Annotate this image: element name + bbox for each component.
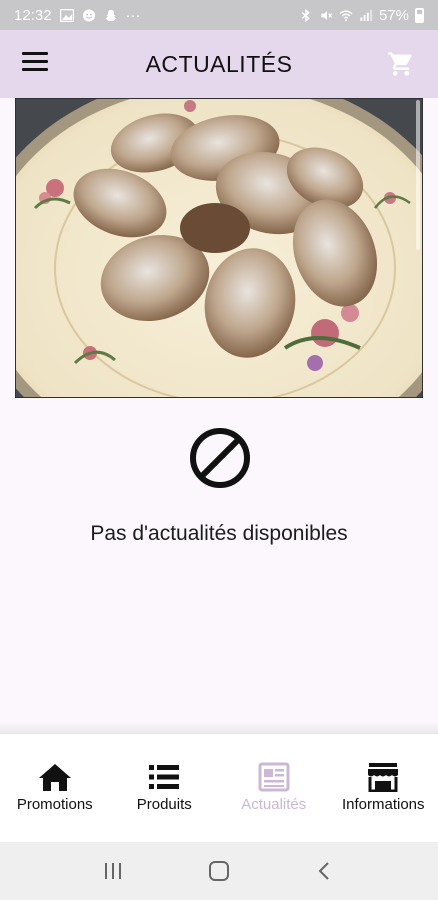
- nav-label-promotions: Promotions: [16, 796, 93, 813]
- bottom-navigation: Promotions Produits Actualités Informati…: [0, 734, 438, 842]
- no-entry-icon: [190, 428, 250, 488]
- page-title: ACTUALITÉS: [145, 50, 293, 77]
- battery-percent: 57%: [378, 6, 409, 24]
- bluetooth-icon: [301, 8, 310, 22]
- snapchat-notification-icon: [104, 9, 117, 21]
- nav-label-actualites: Actualités: [241, 796, 307, 813]
- wifi-icon: [339, 9, 353, 21]
- gallery-notification-icon: [59, 8, 74, 22]
- app-bar: ACTUALITÉS: [0, 30, 438, 98]
- back-icon[interactable]: [313, 860, 337, 882]
- shopping-cart-icon[interactable]: [386, 50, 416, 78]
- signal-icon: [360, 9, 373, 21]
- list-icon: [149, 765, 180, 789]
- status-more-dots: ···: [125, 6, 141, 24]
- home-button-icon[interactable]: [207, 860, 231, 882]
- status-time: 12:32: [14, 6, 52, 24]
- nav-label-produits: Produits: [136, 796, 192, 813]
- newspaper-icon: [258, 762, 290, 792]
- mute-icon: [321, 10, 333, 20]
- recent-apps-icon[interactable]: [101, 860, 125, 882]
- nav-item-actualites[interactable]: Actualités: [219, 734, 329, 842]
- store-icon: [368, 763, 399, 792]
- smiley-notification-icon: [82, 8, 95, 22]
- home-icon: [38, 764, 71, 791]
- hero-image: [15, 98, 423, 398]
- system-navigation-bar: [0, 842, 438, 900]
- hamburger-menu-icon[interactable]: [22, 52, 48, 74]
- image-scrollbar[interactable]: [416, 100, 420, 250]
- pastry-photo: [15, 98, 423, 398]
- nav-item-informations[interactable]: Informations: [329, 734, 438, 842]
- nav-item-promotions[interactable]: Promotions: [0, 734, 110, 842]
- nav-item-produits[interactable]: Produits: [110, 734, 220, 842]
- status-bar: 12:32 ··· 57%: [0, 0, 438, 30]
- nav-label-informations: Informations: [341, 796, 425, 813]
- empty-state-message: Pas d'actualités disponibles: [90, 522, 348, 545]
- battery-icon: [415, 7, 424, 23]
